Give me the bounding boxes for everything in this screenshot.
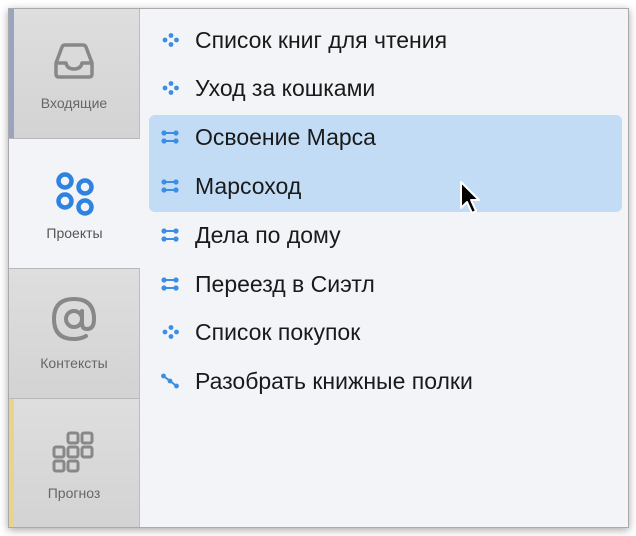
forecast-grid-icon [52,431,94,473]
project-label: Список книг для чтения [195,27,448,53]
parallel-project-icon [161,179,179,193]
sidebar-item-projects[interactable]: Проекты [9,139,140,269]
parallel-project-icon [161,228,179,242]
project-label: Освоение Марса [195,124,376,150]
project-row-housework[interactable]: Дела по дому [148,213,620,259]
forecast-stripe [9,399,14,527]
sidebar-item-label: Контексты [40,355,108,371]
at-icon [51,296,97,342]
app-window: Входящие Проекты Контексты Прогноз Списо… [8,8,629,528]
project-label: Переезд в Сиэтл [195,271,375,297]
sidebar-item-forecast[interactable]: Прогноз [9,399,139,527]
project-row-rover[interactable]: Марсоход [148,164,620,210]
project-row-mars[interactable]: Освоение Марса [148,115,620,161]
project-label: Дела по дому [195,222,341,248]
mouse-pointer-icon [460,181,480,214]
project-list: Список книг для чтения Уход за кошками О… [140,9,628,527]
project-row-shopping[interactable]: Список покупок [148,310,620,356]
parallel-project-icon [161,130,179,144]
inbox-icon [54,43,94,79]
project-row-cat-care[interactable]: Уход за кошками [148,66,620,112]
inbox-stripe [9,9,14,138]
single-action-list-icon [162,325,179,339]
project-label: Уход за кошками [195,75,376,101]
sidebar-item-label: Входящие [40,95,108,111]
sidebar-item-inbox[interactable]: Входящие [9,9,139,139]
project-label: Разобрать книжные полки [195,368,473,394]
single-action-list-icon [162,33,179,47]
projects-icon [56,172,94,216]
project-row-seattle[interactable]: Переезд в Сиэтл [148,262,620,308]
project-row-reading-list[interactable]: Список книг для чтения [148,18,620,64]
sequential-project-icon [161,373,179,389]
sidebar-item-contexts[interactable]: Контексты [9,269,139,399]
single-action-list-icon [162,81,179,95]
project-row-bookshelves[interactable]: Разобрать книжные полки [148,359,620,405]
sidebar-item-label: Прогноз [47,485,101,501]
project-label: Марсоход [195,173,302,199]
project-label: Список покупок [195,319,361,345]
parallel-project-icon [161,277,179,291]
perspective-sidebar: Входящие Проекты Контексты Прогноз [9,9,140,527]
sidebar-item-label: Проекты [46,225,103,241]
